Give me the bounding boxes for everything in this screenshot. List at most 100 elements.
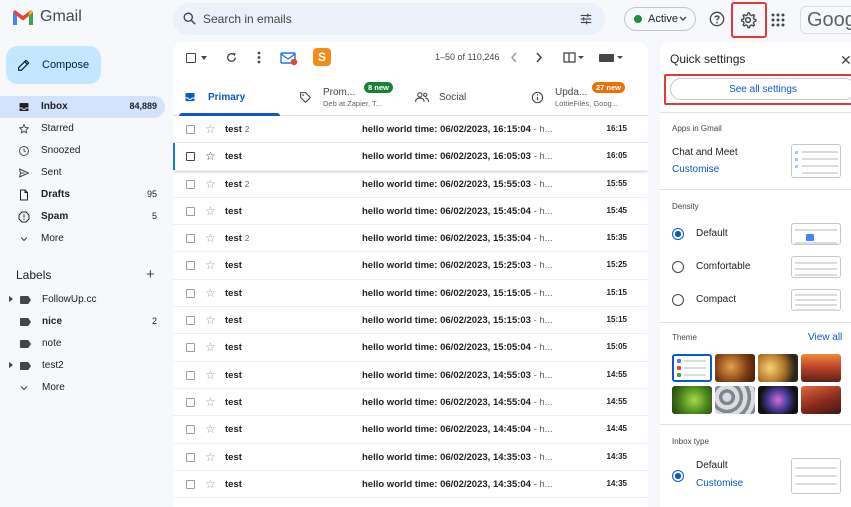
theme-leaf-thumbnail[interactable]	[672, 386, 712, 414]
email-row[interactable]: ☆ test 2 hello world time: 06/02/2023, 16:1…	[173, 116, 648, 144]
row-checkbox[interactable]	[186, 397, 195, 407]
star-icon[interactable]: ☆	[205, 122, 216, 136]
star-icon[interactable]: ☆	[205, 395, 216, 409]
tab-primary[interactable]: Primary	[173, 78, 281, 116]
email-row[interactable]: ☆ test hello world time: 06/02/2023, 15:15…	[173, 307, 648, 335]
theme-default-thumbnail[interactable]	[672, 354, 712, 382]
compose-button[interactable]: Compose	[6, 46, 101, 84]
label-item-followup[interactable]: FollowUp.cc	[0, 289, 165, 311]
row-checkbox[interactable]	[186, 452, 195, 462]
density-compact-radio[interactable]	[672, 294, 684, 306]
tab-promotions[interactable]: Prom... 8 new Deb at Zapier, T...	[288, 78, 398, 116]
theme-bubbles-thumbnail[interactable]	[715, 386, 755, 414]
sidebar-item-inbox[interactable]: Inbox 84,889	[0, 96, 165, 118]
email-row[interactable]: ☆ test hello world time: 06/02/2023, 14:55…	[173, 362, 648, 389]
theme-mountains-thumbnail[interactable]	[801, 386, 841, 414]
density-option-label[interactable]: Compact	[696, 294, 736, 305]
density-default-radio[interactable]	[672, 228, 684, 240]
label-item-more[interactable]: More	[0, 377, 165, 399]
theme-chess-thumbnail[interactable]	[758, 354, 798, 382]
row-checkbox[interactable]	[186, 152, 195, 162]
star-icon[interactable]: ☆	[205, 231, 216, 245]
row-checkbox[interactable]	[186, 261, 195, 271]
row-checkbox[interactable]	[186, 206, 195, 216]
split-pane-icon[interactable]	[563, 52, 585, 63]
row-checkbox[interactable]	[186, 343, 195, 353]
customise-apps-link[interactable]: Customise	[672, 164, 719, 175]
search-options-icon[interactable]	[579, 12, 593, 26]
email-row[interactable]: ☆ test hello world time: 06/02/2023, 15:05…	[173, 334, 648, 362]
row-checkbox[interactable]	[186, 425, 195, 435]
row-checkbox[interactable]	[186, 479, 195, 489]
prev-page-icon[interactable]	[510, 52, 518, 63]
row-checkbox[interactable]	[186, 288, 195, 298]
star-icon[interactable]: ☆	[205, 258, 216, 272]
help-icon[interactable]	[709, 11, 725, 27]
gmail-logo[interactable]: Gmail	[12, 8, 82, 26]
expand-arrow-icon[interactable]	[9, 296, 13, 302]
star-icon[interactable]: ☆	[205, 422, 216, 436]
sidebar-item-more[interactable]: More	[0, 228, 165, 250]
star-icon[interactable]: ☆	[205, 177, 216, 191]
sidebar-item-drafts[interactable]: Drafts 95	[0, 184, 165, 206]
view-all-themes-link[interactable]: View all	[808, 332, 842, 343]
next-page-icon[interactable]	[535, 52, 543, 63]
star-icon[interactable]: ☆	[205, 450, 216, 464]
more-vert-icon[interactable]	[256, 51, 262, 64]
status-dropdown[interactable]: Active	[624, 7, 696, 31]
email-row[interactable]: ☆ test hello world time: 06/02/2023, 16:05…	[173, 143, 648, 171]
extension-s-icon[interactable]: S	[313, 48, 331, 66]
row-checkbox[interactable]	[186, 234, 195, 244]
density-comfortable-radio[interactable]	[672, 261, 684, 273]
tab-social[interactable]: Social	[404, 78, 514, 116]
email-row[interactable]: ☆ test hello world time: 06/02/2023, 15:25…	[173, 252, 648, 280]
star-icon[interactable]: ☆	[205, 340, 216, 354]
sidebar-item-sent[interactable]: Sent	[0, 162, 165, 184]
star-icon[interactable]: ☆	[205, 149, 216, 163]
refresh-icon[interactable]	[225, 51, 238, 64]
label-item-test2[interactable]: test2	[0, 355, 165, 377]
star-icon[interactable]: ☆	[205, 368, 216, 382]
row-checkbox[interactable]	[186, 179, 195, 189]
email-tracker-extension-icon[interactable]	[280, 49, 298, 66]
density-option-label[interactable]: Comfortable	[696, 261, 750, 272]
sidebar-item-spam[interactable]: Spam 5	[0, 206, 165, 228]
search-icon[interactable]	[182, 11, 197, 26]
select-dropdown-icon[interactable]	[201, 56, 207, 60]
row-checkbox[interactable]	[186, 125, 195, 134]
label-item-note[interactable]: note	[0, 333, 165, 355]
row-checkbox[interactable]	[186, 316, 195, 326]
email-row[interactable]: ☆ test hello world time: 06/02/2023, 15:45…	[173, 198, 648, 226]
star-icon[interactable]: ☆	[205, 313, 216, 327]
google-account-button[interactable]: Googl	[800, 6, 851, 34]
add-label-button[interactable]: +	[146, 266, 155, 283]
density-option-label[interactable]: Default	[696, 228, 728, 239]
search-placeholder[interactable]: Search in emails	[203, 12, 292, 26]
search-bar[interactable]: Search in emails	[173, 3, 605, 35]
theme-lights-thumbnail[interactable]	[758, 386, 798, 414]
star-icon[interactable]: ☆	[205, 477, 216, 491]
gear-icon[interactable]	[739, 11, 757, 29]
label-item-nice[interactable]: nice 2	[0, 311, 165, 333]
apps-grid-icon[interactable]	[771, 13, 785, 27]
email-row[interactable]: ☆ test hello world time: 06/02/2023, 14:35…	[173, 471, 648, 499]
email-row[interactable]: ☆ test 2 hello world time: 06/02/2023, 15:3…	[173, 225, 648, 253]
email-row[interactable]: ☆ test 2 hello world time: 06/02/2023, 15:5…	[173, 171, 648, 198]
inbox-type-default-radio[interactable]	[672, 470, 684, 482]
keyboard-icon[interactable]	[598, 53, 623, 63]
close-icon[interactable]: ✕	[840, 52, 851, 69]
tab-updates[interactable]: Upda... 27 new LottieFiles, Goog...	[520, 78, 648, 116]
customise-inbox-link[interactable]: Customise	[696, 478, 743, 489]
sidebar-item-snoozed[interactable]: Snoozed	[0, 140, 165, 162]
sidebar-item-starred[interactable]: Starred	[0, 118, 165, 140]
email-row[interactable]: ☆ test hello world time: 06/02/2023, 15:15…	[173, 280, 648, 308]
expand-arrow-icon[interactable]	[9, 362, 13, 368]
row-checkbox[interactable]	[186, 370, 195, 380]
inbox-type-default-label[interactable]: Default	[696, 460, 728, 471]
select-all-checkbox[interactable]	[186, 53, 196, 63]
email-row[interactable]: ☆ test hello world time: 06/02/2023, 14:35…	[173, 444, 648, 471]
email-row[interactable]: ☆ test hello world time: 06/02/2023, 14:45…	[173, 416, 648, 444]
theme-canyon-thumbnail[interactable]	[801, 354, 841, 382]
star-icon[interactable]: ☆	[205, 204, 216, 218]
theme-autumn-thumbnail[interactable]	[715, 354, 755, 382]
